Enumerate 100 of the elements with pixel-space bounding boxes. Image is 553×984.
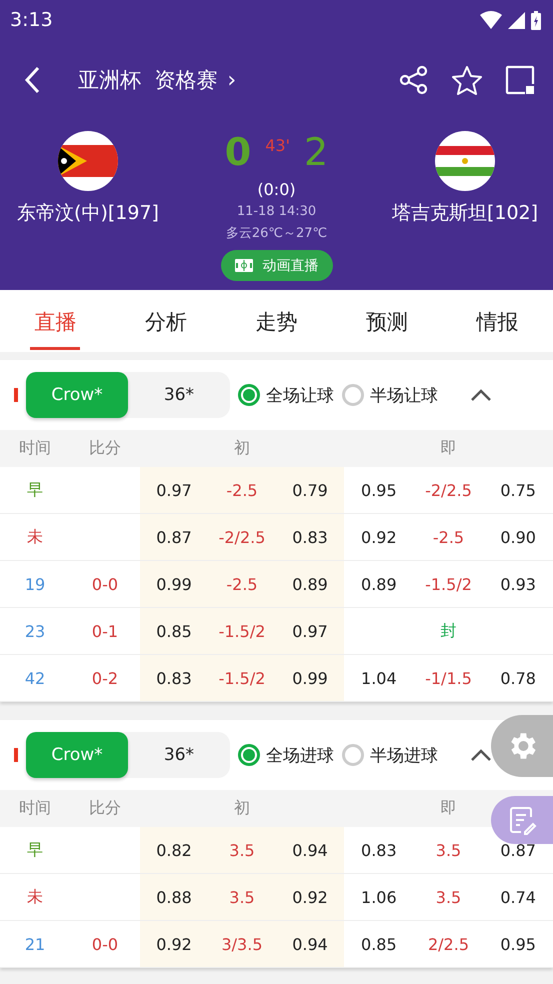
collapse-icon[interactable] [470,748,492,762]
star-icon[interactable] [451,65,483,95]
column-header: 比分 [88,438,122,459]
time-cell-text: 21 [24,934,46,956]
odds-cell: 0.92 [276,874,344,920]
time-cell-text: 早 [26,478,44,500]
radio-option[interactable]: 全场让球 [238,384,334,406]
column-header: 初 [233,438,251,459]
odds-cell-text: 0.92 [360,526,398,548]
pitch-icon [234,259,252,272]
weather-text: 多云26℃～27℃ [226,225,328,242]
time-cell-text: 未 [26,526,44,548]
odds-cell: 3.5 [208,827,276,873]
home-team-name: 东帝汶(中)[197] [17,201,159,226]
odds-cell: 3.5 [208,874,276,920]
status-time: 3:13 [10,9,53,31]
tab[interactable]: 情报 [472,290,523,350]
signal-icon [508,12,525,28]
odds-cell: 0.82 [140,827,208,873]
odds-cell: 0.85 [140,608,208,654]
odds-cell: -2.5 [208,561,276,607]
column-header: 即 [440,438,458,459]
odds-cell-text: 0.75 [499,480,537,502]
score-cell-text: 0-2 [90,668,120,690]
odds-cell-text: 0.87 [499,840,537,862]
radio-icon[interactable] [238,744,260,766]
odds-cell-text: 0.95 [360,480,398,502]
score-cell-text: 0-0 [90,934,120,956]
section-marker [14,388,18,402]
time-cell-text: 未 [26,886,44,908]
collapse-icon[interactable] [470,388,492,402]
back-icon[interactable] [24,66,40,94]
odds-cell-text: 1.04 [360,668,398,690]
odds-cell-text: -1.5/2 [424,574,473,596]
odds-cell-text: 0.74 [499,886,537,908]
odds-cell-text: 0.78 [499,668,537,690]
radio-option[interactable]: 半场让球 [342,384,438,406]
share-icon[interactable] [399,65,429,95]
odds-cell: -1.5/2 [208,608,276,654]
match-minute: 43' [265,136,290,155]
odds-cell-text: -2.5 [432,526,466,548]
tab[interactable]: 走势 [251,290,302,350]
odds-cell: 0.92 [140,921,208,967]
odds-cell: 3/3.5 [208,921,276,967]
title-arrow[interactable]: › [227,68,236,92]
odds-cell-text: 1.06 [360,886,398,908]
column-header: 比分 [88,798,122,819]
odds-cell-text: 0.83 [360,840,398,862]
odds-cell-text: 3.5 [434,886,462,908]
home-score: 0 [224,130,252,174]
radio-option[interactable]: 半场进球 [342,744,438,766]
odds-cell: 0.79 [276,467,344,513]
radio-label: 半场进球 [370,744,438,766]
battery-icon [531,10,541,30]
tab[interactable]: 预测 [362,290,412,350]
tab[interactable]: 直播 [30,290,80,350]
odds-cell-text: -1/1.5 [424,668,473,690]
odds-cell-text: 0.90 [499,526,537,548]
score-cell-text: 0-1 [90,620,120,642]
radio-icon[interactable] [342,744,364,766]
section-marker [14,748,18,762]
column-header: 即 [440,798,458,819]
odds-cell-text: 0.85 [360,934,398,956]
time-cell-text: 19 [24,574,46,596]
odds-cell-text: -2/2.5 [424,480,473,502]
page-title[interactable]: 亚洲杯 资格赛 [78,66,218,94]
odds-cell: 0.97 [140,467,208,513]
company-tab[interactable]: 36* [128,372,230,418]
radio-icon[interactable] [342,384,364,406]
time-cell-text: 42 [24,668,46,690]
radio-option[interactable]: 全场进球 [238,744,334,766]
company-tab[interactable]: 36* [128,732,230,778]
window-icon[interactable] [505,65,535,95]
closed-label: 封 [440,620,458,642]
odds-cell: 0.94 [276,827,344,873]
radio-label: 半场让球 [370,384,438,406]
odds-cell: -2.5 [208,467,276,513]
company-switch[interactable]: Crow* 36* [26,732,230,778]
odds-cell: 0.99 [140,561,208,607]
tab[interactable]: 分析 [140,290,191,350]
odds-cell-text: 2/2.5 [426,934,470,956]
odds-cell: 0.87 [140,514,208,560]
company-switch[interactable]: Crow* 36* [26,372,230,418]
radio-label: 全场进球 [266,744,334,766]
odds-cell: -1.5/2 [208,655,276,701]
odds-cell-text: 0.89 [360,574,398,596]
column-header: 时间 [18,438,52,459]
column-header: 初 [233,798,251,819]
time-cell-text: 早 [26,838,44,860]
odds-cell-text: 0.93 [499,574,537,596]
odds-cell: 0.89 [276,561,344,607]
radio-icon[interactable] [238,384,260,406]
odds-cell: 0.83 [140,655,208,701]
radio-label: 全场让球 [266,384,334,406]
odds-cell: 0.83 [276,514,344,560]
odds-cell: -2/2.5 [208,514,276,560]
away-team-name: 塔吉克斯坦[102] [392,201,538,226]
odds-cell-text: 0.95 [499,934,537,956]
odds-cell: 0.88 [140,874,208,920]
odds-cell: 0.94 [276,921,344,967]
